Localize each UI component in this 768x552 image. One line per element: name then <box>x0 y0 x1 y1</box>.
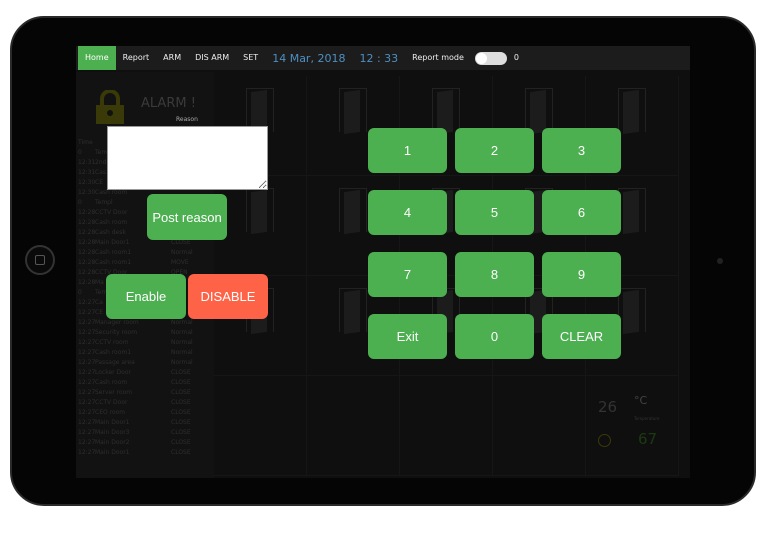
temperature-value: 26 <box>598 398 618 416</box>
date: 14 Mar, 2018 <box>272 51 346 65</box>
keypad-key[interactable]: 8 <box>455 252 534 297</box>
zone-tile[interactable] <box>307 376 400 476</box>
log-row: 12:27 Main Door2 CLOSE <box>78 439 191 446</box>
zone-tile[interactable] <box>214 376 307 476</box>
door-icon <box>618 88 646 135</box>
enable-button[interactable]: Enable <box>106 274 186 319</box>
time: 12 : 33 <box>359 51 399 65</box>
zone-tile[interactable] <box>493 376 586 476</box>
report-mode-toggle[interactable] <box>474 51 507 65</box>
keypad-key[interactable]: 4 <box>368 190 447 235</box>
log-row: 12:28 Cash room1 MOVE <box>78 259 189 266</box>
keypad-key[interactable]: 0 <box>455 314 534 359</box>
reason-label: Reason <box>176 116 198 123</box>
screen: Home Report ARM DIS ARM SET 14 Mar, 2018… <box>76 46 690 478</box>
keypad-key[interactable]: Exit <box>368 314 447 359</box>
door-icon <box>432 88 460 135</box>
log-row: 12:27 CCTV Door CLOSE <box>78 399 191 406</box>
nav-bar: Home Report ARM DIS ARM SET 14 Mar, 2018… <box>76 46 690 70</box>
keypad-key[interactable]: 7 <box>368 252 447 297</box>
log-row: 12:28 Cash room1 Normal <box>78 249 193 256</box>
zone-tile[interactable] <box>586 376 679 476</box>
log-row: 12:27 Manager room Normal <box>78 319 193 326</box>
home-hardware-button[interactable] <box>25 245 55 275</box>
log-row: 12:27 Cash room1 Normal <box>78 349 193 356</box>
keypad-key[interactable]: 3 <box>542 128 621 173</box>
keypad-key[interactable]: 1 <box>368 128 447 173</box>
nav-disarm[interactable]: DIS ARM <box>188 46 236 70</box>
door-icon <box>618 288 646 335</box>
temperature-unit: °C <box>634 394 648 407</box>
door-icon <box>339 288 367 335</box>
lock-icon <box>96 90 124 124</box>
report-mode-label: Report mode <box>412 53 464 62</box>
post-reason-button[interactable]: Post reason <box>147 194 227 240</box>
door-icon <box>339 88 367 135</box>
keypad-key[interactable]: 6 <box>542 190 621 235</box>
door-icon <box>618 188 646 235</box>
log-row: 12:27 Main Door1 CLOSE <box>78 419 191 426</box>
camera-icon <box>717 258 723 264</box>
log-row: 12:27 Cash room CLOSE <box>78 379 191 386</box>
humidity-icon <box>598 434 611 447</box>
log-row: 12:27 Main Door3 CLOSE <box>78 429 191 436</box>
log-row: 12:27 Main Door1 CLOSE <box>78 449 191 456</box>
log-row: 12:27 Server room CLOSE <box>78 389 191 396</box>
nav-report[interactable]: Report <box>116 46 157 70</box>
nav-home[interactable]: Home <box>78 46 116 70</box>
zone-tile[interactable] <box>214 176 307 276</box>
alarm-title: ALARM ! <box>141 96 196 111</box>
nav-arm[interactable]: ARM <box>156 46 188 70</box>
door-icon <box>339 188 367 235</box>
report-mode-value: 0 <box>513 53 519 62</box>
log-row: 12:27 Passage area Normal <box>78 359 193 366</box>
humidity-value: 67 <box>638 430 658 448</box>
zone-tile[interactable] <box>400 376 493 476</box>
log-row: 12:27 Security room Normal <box>78 329 193 336</box>
keypad-key[interactable]: 5 <box>455 190 534 235</box>
disable-button[interactable]: DISABLE <box>188 274 268 319</box>
nav-set[interactable]: SET <box>236 46 265 70</box>
keypad-key[interactable]: 2 <box>455 128 534 173</box>
keypad-key[interactable]: CLEAR <box>542 314 621 359</box>
log-row: 12:27 Locker Door CLOSE <box>78 369 191 376</box>
temperature-label: Temperature <box>634 416 660 421</box>
log-row: 12:27 CEO room CLOSE <box>78 409 191 416</box>
door-icon <box>525 88 553 135</box>
keypad-key[interactable]: 9 <box>542 252 621 297</box>
door-icon <box>246 188 274 235</box>
log-row: 12:27 CCTV room Normal <box>78 339 193 346</box>
reason-input[interactable] <box>107 126 268 190</box>
